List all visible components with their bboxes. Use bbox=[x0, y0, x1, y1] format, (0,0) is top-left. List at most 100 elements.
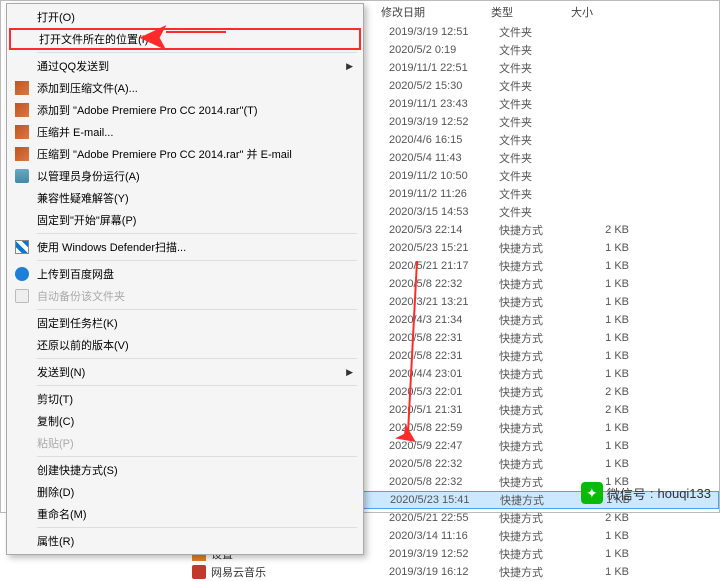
wechat-id: houqi133 bbox=[658, 486, 712, 501]
file-type: 快捷方式 bbox=[499, 564, 579, 580]
menu-rename[interactable]: 重命名(M) bbox=[9, 503, 361, 525]
file-date: 2020/5/21 21:17 bbox=[389, 260, 499, 272]
file-date: 2019/3/19 12:52 bbox=[389, 116, 499, 128]
file-type: 文件夹 bbox=[499, 150, 579, 166]
file-type: 快捷方式 bbox=[499, 474, 579, 490]
file-date: 2020/5/3 22:14 bbox=[389, 224, 499, 236]
menu-run-admin[interactable]: 以管理员身份运行(A) bbox=[9, 165, 361, 187]
file-date: 2020/4/3 21:34 bbox=[389, 314, 499, 326]
menu-separator bbox=[37, 233, 357, 234]
file-size: 1 KB bbox=[579, 278, 629, 290]
shield-icon bbox=[13, 167, 31, 185]
menu-separator bbox=[37, 260, 357, 261]
file-date: 2020/5/21 22:55 bbox=[389, 512, 499, 524]
file-type: 快捷方式 bbox=[499, 258, 579, 274]
file-size: 2 KB bbox=[579, 386, 629, 398]
menu-upload-baidu[interactable]: 上传到百度网盘 bbox=[9, 263, 361, 285]
context-menu: 打开(O) 打开文件所在的位置(I) 通过QQ发送到▶ 添加到压缩文件(A)..… bbox=[6, 3, 364, 555]
file-type: 快捷方式 bbox=[499, 240, 579, 256]
file-icon bbox=[191, 564, 207, 580]
file-type: 快捷方式 bbox=[499, 546, 579, 562]
menu-copy[interactable]: 复制(C) bbox=[9, 410, 361, 432]
file-date: 2020/5/3 22:01 bbox=[389, 386, 499, 398]
archive-icon bbox=[13, 123, 31, 141]
menu-qq-send[interactable]: 通过QQ发送到▶ bbox=[9, 55, 361, 77]
archive-icon bbox=[13, 145, 31, 163]
file-date: 2020/3/14 11:16 bbox=[389, 530, 499, 542]
file-name: 网易云音乐 bbox=[211, 564, 389, 580]
file-date: 2020/5/23 15:21 bbox=[389, 242, 499, 254]
menu-add-rar[interactable]: 添加到 "Adobe Premiere Pro CC 2014.rar"(T) bbox=[9, 99, 361, 121]
file-size: 1 KB bbox=[579, 314, 629, 326]
header-date[interactable]: 修改日期 bbox=[381, 4, 491, 20]
file-type: 快捷方式 bbox=[499, 330, 579, 346]
header-size[interactable]: 大小 bbox=[571, 4, 631, 20]
menu-pin-start[interactable]: 固定到"开始"屏幕(P) bbox=[9, 209, 361, 231]
file-date: 2020/4/4 23:01 bbox=[389, 368, 499, 380]
menu-delete[interactable]: 删除(D) bbox=[9, 481, 361, 503]
file-type: 快捷方式 bbox=[499, 510, 579, 526]
menu-auto-backup: 自动备份该文件夹 bbox=[9, 285, 361, 307]
file-date: 2019/11/1 23:43 bbox=[389, 98, 499, 110]
menu-defender-scan[interactable]: 使用 Windows Defender扫描... bbox=[9, 236, 361, 258]
menu-separator bbox=[37, 385, 357, 386]
file-date: 2019/3/19 16:12 bbox=[389, 566, 499, 578]
file-type: 文件夹 bbox=[499, 60, 579, 76]
file-date: 2020/5/2 0:19 bbox=[389, 44, 499, 56]
file-row[interactable]: 网易云音乐2019/3/19 16:12快捷方式1 KB bbox=[191, 563, 719, 581]
menu-send-to[interactable]: 发送到(N)▶ bbox=[9, 361, 361, 383]
file-size: 1 KB bbox=[579, 242, 629, 254]
menu-properties[interactable]: 属性(R) bbox=[9, 530, 361, 552]
archive-icon bbox=[13, 79, 31, 97]
menu-add-compress[interactable]: 添加到压缩文件(A)... bbox=[9, 77, 361, 99]
menu-separator bbox=[37, 456, 357, 457]
menu-compress-email[interactable]: 压缩并 E-mail... bbox=[9, 121, 361, 143]
menu-paste: 粘贴(P) bbox=[9, 432, 361, 454]
menu-open[interactable]: 打开(O) bbox=[9, 6, 361, 28]
file-date: 2020/5/1 21:31 bbox=[389, 404, 499, 416]
file-size: 2 KB bbox=[579, 512, 629, 524]
explorer-window: 修改日期 类型 大小 2019/3/19 12:51文件夹2020/5/2 0:… bbox=[0, 0, 720, 513]
file-type: 快捷方式 bbox=[499, 222, 579, 238]
file-type: 文件夹 bbox=[499, 24, 579, 40]
file-size: 1 KB bbox=[579, 548, 629, 560]
menu-compat-troubleshoot[interactable]: 兼容性疑难解答(Y) bbox=[9, 187, 361, 209]
file-type: 文件夹 bbox=[499, 204, 579, 220]
file-size: 1 KB bbox=[579, 368, 629, 380]
header-type[interactable]: 类型 bbox=[491, 4, 571, 20]
menu-restore-previous[interactable]: 还原以前的版本(V) bbox=[9, 334, 361, 356]
file-date: 2020/5/8 22:32 bbox=[389, 278, 499, 290]
file-date: 2020/5/8 22:31 bbox=[389, 350, 499, 362]
file-size: 1 KB bbox=[579, 530, 629, 542]
file-type: 文件夹 bbox=[499, 114, 579, 130]
file-type: 快捷方式 bbox=[499, 312, 579, 328]
menu-compress-rar-email[interactable]: 压缩到 "Adobe Premiere Pro CC 2014.rar" 并 E… bbox=[9, 143, 361, 165]
file-type: 快捷方式 bbox=[500, 492, 580, 508]
wechat-label: 微信号 bbox=[607, 484, 646, 503]
file-date: 2020/5/4 11:43 bbox=[389, 152, 499, 164]
file-type: 快捷方式 bbox=[499, 276, 579, 292]
archive-icon bbox=[13, 101, 31, 119]
file-size: 2 KB bbox=[579, 404, 629, 416]
menu-create-shortcut[interactable]: 创建快捷方式(S) bbox=[9, 459, 361, 481]
file-type: 文件夹 bbox=[499, 96, 579, 112]
file-type: 快捷方式 bbox=[499, 528, 579, 544]
file-size: 1 KB bbox=[579, 566, 629, 578]
file-date: 2019/3/19 12:51 bbox=[389, 26, 499, 38]
file-type: 快捷方式 bbox=[499, 402, 579, 418]
file-type: 快捷方式 bbox=[499, 420, 579, 436]
menu-cut[interactable]: 剪切(T) bbox=[9, 388, 361, 410]
submenu-arrow-icon: ▶ bbox=[346, 367, 353, 378]
file-size: 1 KB bbox=[579, 440, 629, 452]
file-date: 2020/5/8 22:32 bbox=[389, 476, 499, 488]
file-type: 文件夹 bbox=[499, 186, 579, 202]
file-date: 2019/11/2 11:26 bbox=[389, 188, 499, 200]
annotation-arrow-line bbox=[166, 31, 226, 33]
menu-pin-taskbar[interactable]: 固定到任务栏(K) bbox=[9, 312, 361, 334]
menu-separator bbox=[37, 52, 357, 53]
file-size: 1 KB bbox=[579, 422, 629, 434]
file-size: 1 KB bbox=[579, 332, 629, 344]
file-type: 快捷方式 bbox=[499, 348, 579, 364]
column-headers: 修改日期 类型 大小 bbox=[381, 1, 719, 23]
file-size: 1 KB bbox=[579, 458, 629, 470]
